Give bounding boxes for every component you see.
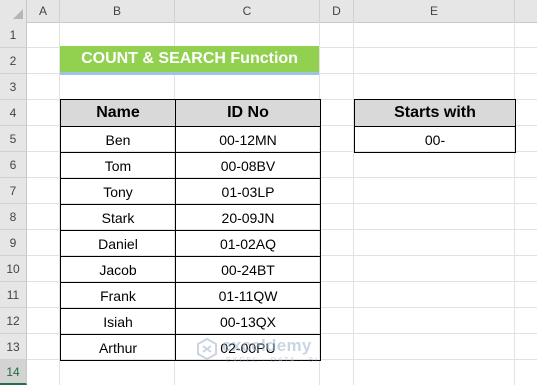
- row-header-6[interactable]: 6: [0, 152, 27, 178]
- table-row: Daniel 01-02AQ: [60, 230, 321, 257]
- row-header-9[interactable]: 9: [0, 230, 27, 256]
- table-row: Isiah 00-13QX: [60, 308, 321, 335]
- criteria-header-row: Starts with: [354, 99, 516, 127]
- name-cell[interactable]: Jacob: [60, 256, 176, 283]
- column-header-d[interactable]: D: [320, 0, 354, 22]
- watermark-tagline: EXCEL · DATA · BI: [226, 357, 319, 364]
- id-cell[interactable]: 01-11QW: [175, 282, 321, 309]
- id-cell[interactable]: 00-08BV: [175, 152, 321, 179]
- table-row: Ben 00-12MN: [60, 126, 321, 153]
- row-header-7[interactable]: 7: [0, 178, 27, 204]
- spreadsheet: A B C D E 1 2 3 4 5 6 7 8 9 10 11 12 13 …: [0, 0, 537, 385]
- row-header-2[interactable]: 2: [0, 48, 27, 74]
- column-header-f[interactable]: [515, 0, 537, 22]
- criteria-value-row: 00-: [354, 126, 516, 153]
- header-cell-id[interactable]: ID No: [175, 99, 321, 127]
- watermark-name: exceldemy: [222, 336, 312, 355]
- table-row: Jacob 00-24BT: [60, 256, 321, 283]
- name-cell[interactable]: Tony: [60, 178, 176, 205]
- table-row: Stark 20-09JN: [60, 204, 321, 231]
- header-cell-name[interactable]: Name: [60, 99, 176, 127]
- id-cell[interactable]: 20-09JN: [175, 204, 321, 231]
- column-header-e[interactable]: E: [354, 0, 515, 22]
- column-header-b[interactable]: B: [60, 0, 175, 22]
- watermark: exceldemy EXCEL · DATA · BI: [196, 336, 346, 370]
- name-cell[interactable]: Arthur: [60, 334, 176, 361]
- id-cell[interactable]: 01-03LP: [175, 178, 321, 205]
- table-header-row: Name ID No: [60, 99, 321, 127]
- row-header-3[interactable]: 3: [0, 74, 27, 100]
- table-row: Frank 01-11QW: [60, 282, 321, 309]
- name-cell[interactable]: Ben: [60, 126, 176, 153]
- row-header-1[interactable]: 1: [0, 22, 27, 48]
- row-header-4[interactable]: 4: [0, 100, 27, 126]
- row-header-14[interactable]: 14: [0, 360, 27, 385]
- name-cell[interactable]: Frank: [60, 282, 176, 309]
- id-cell[interactable]: 00-13QX: [175, 308, 321, 335]
- row-header-5[interactable]: 5: [0, 126, 27, 152]
- name-cell[interactable]: Stark: [60, 204, 176, 231]
- exceldemy-logo-icon: [197, 338, 217, 360]
- name-cell[interactable]: Daniel: [60, 230, 176, 257]
- table-row: Tom 00-08BV: [60, 152, 321, 179]
- name-cell[interactable]: Tom: [60, 152, 176, 179]
- id-cell[interactable]: 01-02AQ: [175, 230, 321, 257]
- id-cell[interactable]: 00-24BT: [175, 256, 321, 283]
- row-header-11[interactable]: 11: [0, 282, 27, 308]
- row-header-12[interactable]: 12: [0, 308, 27, 334]
- table-row: Tony 01-03LP: [60, 178, 321, 205]
- criteria-value-cell[interactable]: 00-: [354, 126, 516, 153]
- row-header-13[interactable]: 13: [0, 334, 27, 360]
- page-title: COUNT & SEARCH Function: [81, 50, 298, 67]
- criteria-table: Starts with 00-: [354, 99, 516, 153]
- select-all-icon: [13, 9, 23, 19]
- criteria-header-cell[interactable]: Starts with: [354, 99, 516, 127]
- name-cell[interactable]: Isiah: [60, 308, 176, 335]
- column-header-a[interactable]: A: [27, 0, 60, 22]
- id-cell[interactable]: 00-12MN: [175, 126, 321, 153]
- column-header-c[interactable]: C: [175, 0, 320, 22]
- data-table: Name ID No Ben 00-12MN Tom 00-08BV Tony …: [60, 99, 321, 361]
- row-header-10[interactable]: 10: [0, 256, 27, 282]
- title-banner[interactable]: COUNT & SEARCH Function: [60, 46, 319, 75]
- row-header-8[interactable]: 8: [0, 204, 27, 230]
- select-all-corner[interactable]: [0, 0, 27, 22]
